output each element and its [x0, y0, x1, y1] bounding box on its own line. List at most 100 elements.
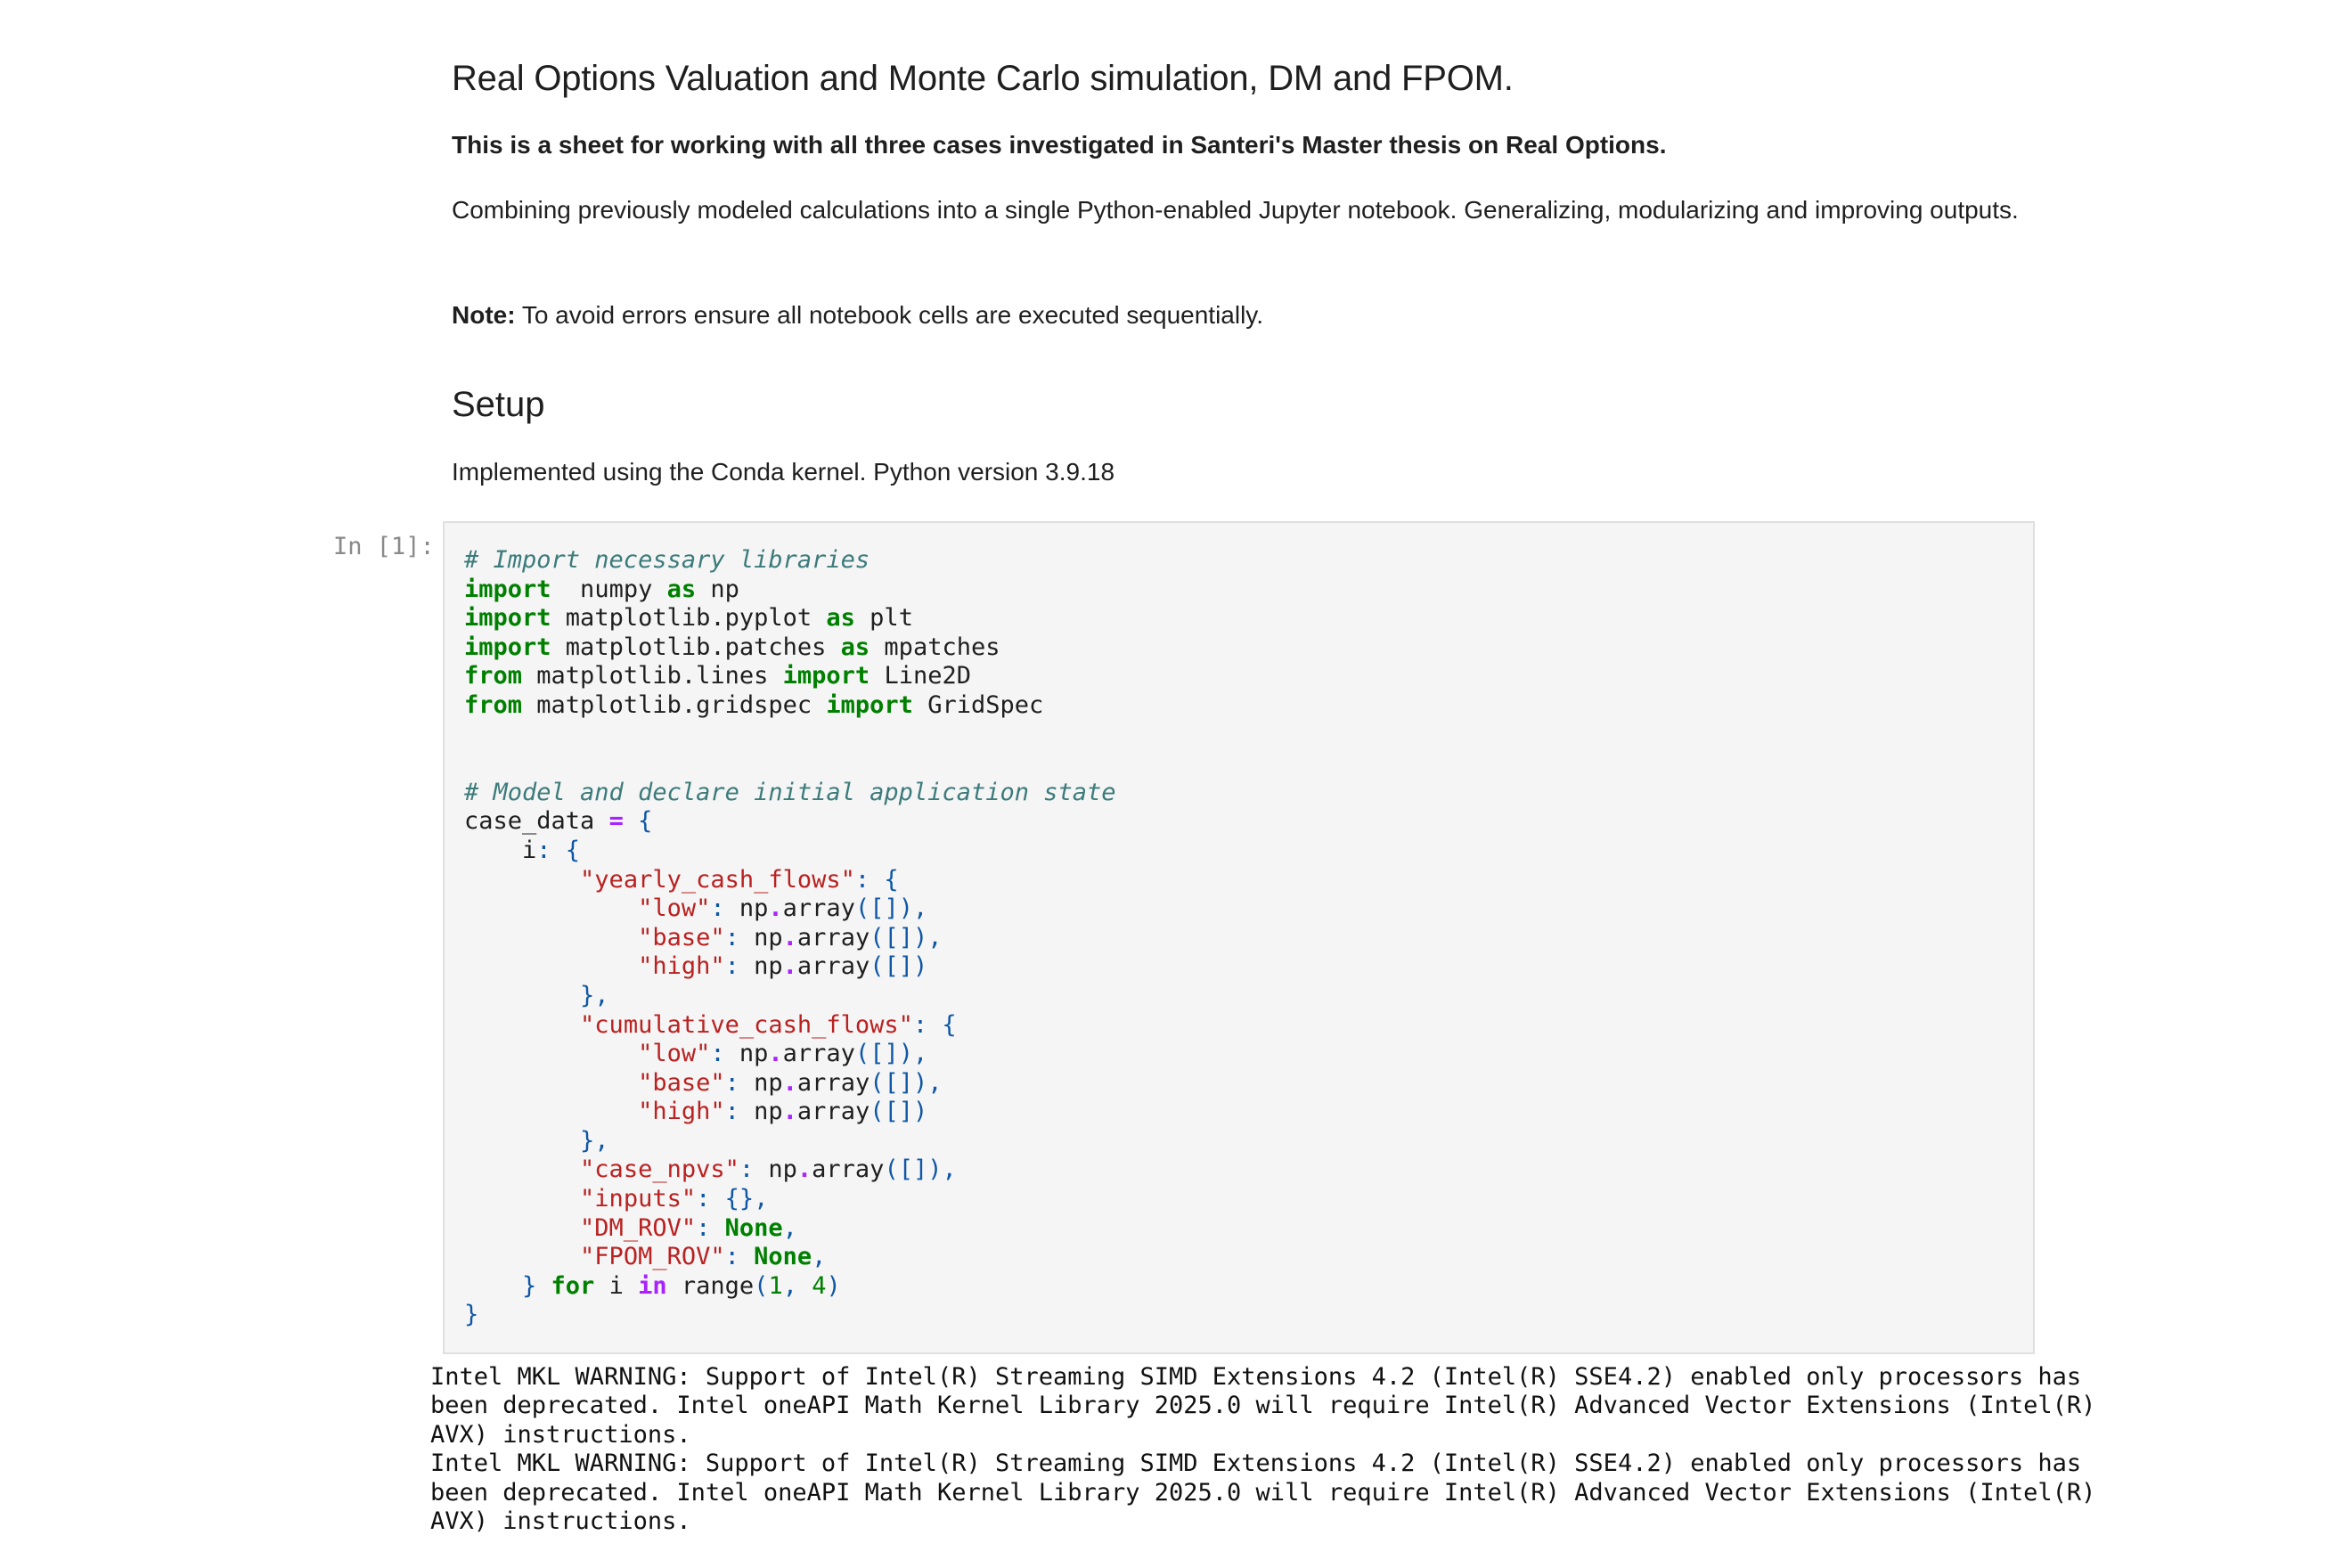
code-line: import numpy as np: [464, 576, 1116, 605]
code-line: "base": np.array([]),: [464, 1069, 1116, 1098]
code-token: numpy: [551, 575, 667, 603]
code-token: : {: [854, 865, 899, 894]
code-line: "high": np.array([]): [464, 1098, 1116, 1127]
code-token: in: [638, 1271, 667, 1300]
notebook-subtitle: This is a sheet for working with all thr…: [452, 131, 1667, 159]
code-token: import: [464, 633, 551, 661]
code-block[interactable]: # Import necessary libraries import numpy…: [464, 546, 1116, 1330]
code-line: # Model and declare initial application …: [464, 779, 1116, 808]
code-token: .: [782, 952, 797, 981]
code-token: :: [724, 952, 755, 981]
code-token: ([]),: [854, 1040, 928, 1068]
code-token: ): [826, 1271, 841, 1300]
code-line: case_data = {: [464, 807, 1116, 837]
code-token: ,: [782, 1213, 797, 1242]
code-line: "case_npvs": np.array([]),: [464, 1156, 1116, 1185]
code-line: "high": np.array([]): [464, 952, 1116, 982]
code-token: np: [754, 1098, 783, 1126]
code-token: array: [796, 1068, 870, 1097]
setup-heading: Setup: [452, 385, 545, 424]
code-token: "high": [638, 952, 725, 981]
code-token: np: [754, 1068, 783, 1097]
code-line: },: [464, 1127, 1116, 1156]
code-token: as: [826, 604, 855, 633]
code-token: :: [724, 1243, 755, 1271]
code-token: plt: [854, 604, 913, 633]
code-line: # Import necessary libraries: [464, 546, 1116, 576]
code-token: "case_npvs": [580, 1156, 739, 1184]
code-token: from: [464, 662, 523, 690]
code-line: from matplotlib.lines import Line2D: [464, 662, 1116, 691]
code-token: array: [782, 894, 855, 923]
code-token: import: [826, 690, 913, 719]
code-token: {: [623, 807, 653, 836]
code-token: np: [739, 894, 769, 923]
code-token: array: [782, 1040, 855, 1068]
code-token: None: [754, 1243, 812, 1271]
code-token: },: [580, 1126, 609, 1155]
code-token: "FPOM_ROV": [580, 1243, 725, 1271]
code-token: range: [666, 1271, 755, 1300]
code-line: from matplotlib.gridspec import GridSpec: [464, 691, 1116, 721]
code-token: ([]): [870, 952, 928, 981]
code-token: ([]),: [870, 1068, 943, 1097]
setup-text-block: Implemented using the Conda kernel. Pyth…: [452, 453, 2037, 492]
code-line: "yearly_cash_flows": {: [464, 866, 1116, 895]
code-token: ,: [782, 1271, 812, 1300]
code-token: }: [522, 1271, 551, 1300]
code-token: "DM_ROV": [580, 1213, 697, 1242]
code-line: ​: [464, 721, 1116, 750]
code-token: np: [754, 923, 783, 951]
code-token: array: [796, 1098, 870, 1126]
code-token: },: [580, 981, 609, 1009]
code-token: matplotlib.patches: [551, 633, 841, 661]
code-token: as: [840, 633, 870, 661]
code-token: .: [782, 923, 797, 951]
code-token: GridSpec: [912, 690, 1044, 719]
code-line: import matplotlib.patches as mpatches: [464, 633, 1116, 663]
code-token: : {},: [696, 1185, 769, 1213]
code-token: : {: [912, 1010, 957, 1039]
code-line: "low": np.array([]),: [464, 894, 1116, 924]
markdown-cell-setup[interactable]: Setup: [452, 385, 2037, 425]
code-token: # Import necessary libraries: [464, 546, 870, 574]
code-token: "low": [638, 1040, 711, 1068]
code-token: case_data: [464, 807, 609, 836]
code-line: } for i in range(1, 4): [464, 1272, 1116, 1302]
code-token: :: [710, 894, 739, 923]
code-token: "yearly_cash_flows": [580, 865, 855, 894]
code-token: np: [739, 1040, 769, 1068]
code-token: ([]),: [854, 894, 928, 923]
code-token: :: [724, 1098, 755, 1126]
code-token: :: [739, 1156, 769, 1184]
code-token: "base": [638, 923, 725, 951]
code-token: ([]),: [884, 1156, 957, 1184]
code-token: mpatches: [870, 633, 1000, 661]
code-token: i: [464, 836, 537, 864]
note-paragraph: Note: To avoid errors ensure all noteboo…: [452, 296, 2037, 335]
code-token: np: [754, 952, 783, 981]
code-cell-editor[interactable]: # Import necessary libraries import numpy…: [443, 521, 2035, 1354]
code-token: import: [464, 604, 551, 633]
code-line: "DM_ROV": None,: [464, 1214, 1116, 1244]
code-token: "cumulative_cash_flows": [580, 1010, 913, 1039]
code-token: None: [724, 1213, 783, 1242]
code-token: import: [464, 575, 551, 603]
code-token: i: [594, 1271, 639, 1300]
code-token: .: [782, 1098, 797, 1126]
markdown-cell-intro[interactable]: Real Options Valuation and Monte Carlo s…: [452, 59, 2037, 99]
code-token: .: [768, 1040, 783, 1068]
code-token: matplotlib.lines: [522, 662, 783, 690]
code-line: i: {: [464, 837, 1116, 866]
code-token: :: [696, 1213, 725, 1242]
code-token: np: [768, 1156, 797, 1184]
